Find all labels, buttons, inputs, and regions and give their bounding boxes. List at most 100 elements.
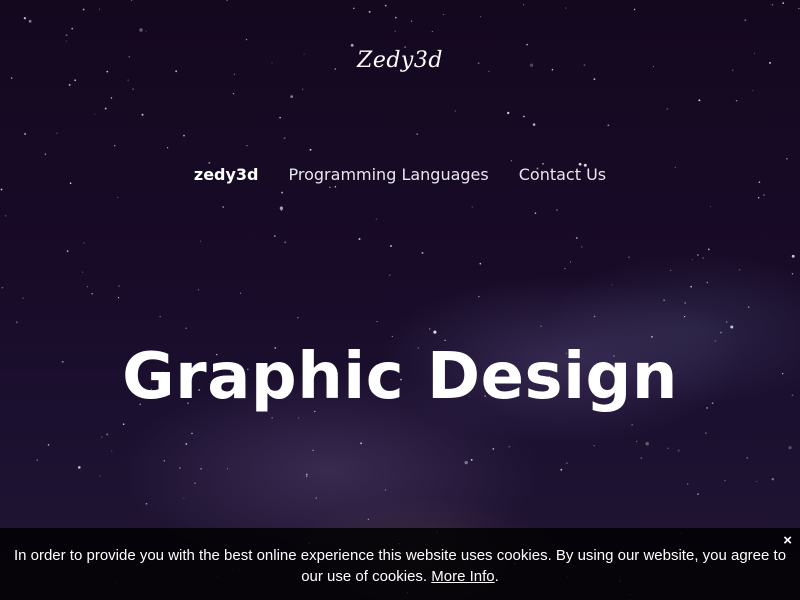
star: [522, 4, 525, 6]
star: [651, 336, 653, 338]
star: [271, 416, 274, 419]
star: [283, 137, 286, 140]
star: [798, 7, 800, 10]
star: [28, 19, 32, 23]
star: [575, 237, 578, 239]
star: [782, 2, 785, 4]
star: [730, 325, 734, 329]
star: [56, 132, 58, 134]
star: [117, 297, 120, 299]
star: [565, 7, 567, 9]
star: [86, 286, 88, 288]
star: [431, 31, 433, 33]
star: [752, 89, 754, 92]
star: [706, 281, 709, 284]
star: [10, 77, 13, 79]
star: [185, 327, 187, 329]
nav-item-programming-languages[interactable]: Programming Languages: [289, 163, 489, 186]
star: [122, 423, 125, 426]
star: [131, 0, 133, 2]
star: [702, 257, 704, 259]
close-icon[interactable]: ×: [783, 533, 792, 548]
more-info-link[interactable]: More Info: [431, 568, 494, 585]
site-logo[interactable]: Zedy3d: [0, 48, 800, 73]
star: [309, 148, 312, 151]
star: [305, 475, 308, 478]
star: [691, 259, 693, 260]
star: [44, 153, 47, 155]
nav-item-contact-us[interactable]: Contact Us: [519, 163, 606, 186]
star: [677, 449, 680, 452]
star: [233, 73, 235, 75]
star: [82, 8, 85, 11]
star: [22, 297, 24, 299]
star: [464, 460, 468, 465]
star: [132, 88, 134, 90]
star: [24, 132, 27, 135]
star: [227, 468, 229, 470]
star: [350, 43, 354, 47]
star: [281, 191, 284, 194]
star: [279, 206, 284, 210]
star: [663, 299, 666, 302]
star: [65, 34, 68, 37]
star: [645, 441, 649, 446]
star: [68, 83, 71, 86]
star: [166, 147, 169, 149]
star: [690, 285, 692, 288]
star: [593, 315, 596, 318]
star: [735, 99, 738, 102]
star: [301, 88, 304, 90]
star: [360, 442, 363, 445]
star: [185, 443, 188, 445]
star: [71, 27, 74, 30]
star: [384, 4, 387, 7]
star: [744, 19, 747, 22]
star: [508, 445, 511, 448]
star: [111, 450, 113, 452]
star: [226, 0, 228, 1]
star: [492, 448, 495, 450]
star: [628, 256, 630, 259]
star: [507, 111, 510, 115]
star: [191, 432, 193, 435]
nav-item-zedy3d[interactable]: zedy3d: [194, 163, 259, 186]
star: [114, 145, 116, 147]
star: [611, 284, 613, 286]
star: [385, 489, 387, 491]
star: [560, 468, 563, 471]
starfield-background: [0, 0, 800, 596]
star: [416, 133, 419, 136]
star: [684, 316, 686, 318]
star: [479, 262, 482, 265]
star: [607, 124, 610, 127]
star: [353, 7, 355, 10]
star: [197, 289, 199, 291]
star: [724, 479, 726, 482]
star: [274, 235, 276, 237]
star: [245, 38, 248, 41]
star: [194, 482, 196, 484]
star: [77, 466, 81, 469]
star: [788, 446, 792, 450]
star: [0, 188, 3, 191]
cookie-notice-period: .: [494, 568, 499, 585]
star: [556, 209, 558, 211]
star: [83, 242, 85, 244]
star: [532, 123, 536, 126]
star: [756, 481, 758, 483]
star: [159, 316, 161, 318]
star: [757, 196, 760, 199]
star: [298, 417, 300, 419]
star: [127, 79, 130, 82]
star: [222, 206, 225, 208]
star: [534, 212, 537, 214]
star: [593, 445, 595, 447]
hero-title: Graphic Design: [122, 340, 678, 414]
star: [183, 134, 185, 137]
star: [667, 447, 669, 450]
star: [36, 459, 38, 461]
star: [101, 436, 103, 438]
star: [421, 251, 424, 254]
star: [376, 320, 378, 322]
